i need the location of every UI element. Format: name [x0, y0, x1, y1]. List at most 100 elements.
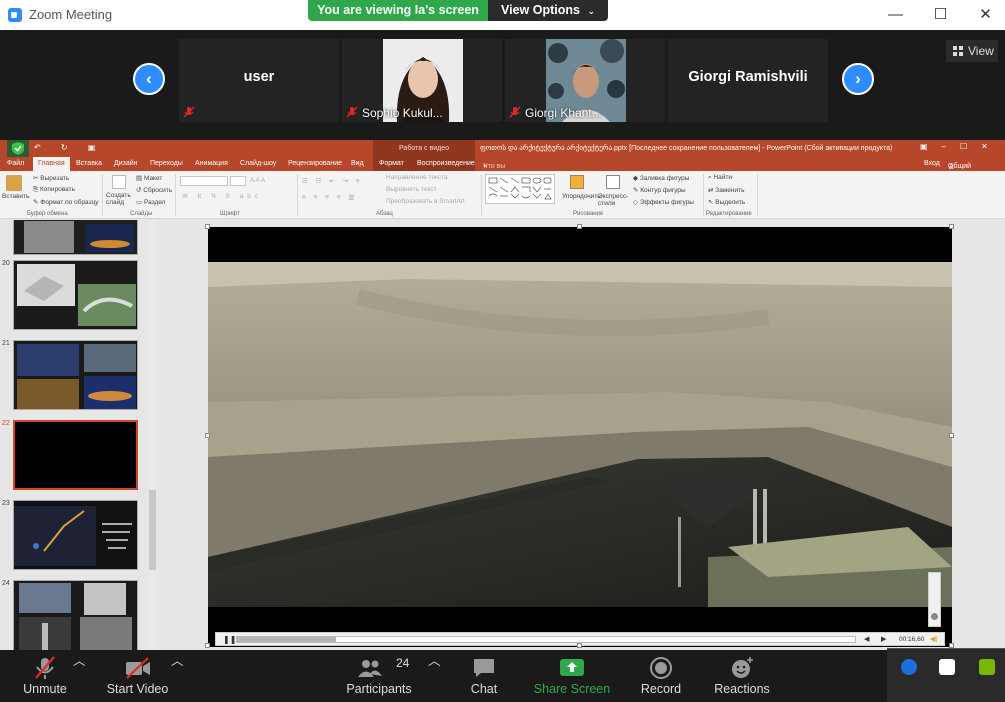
- reactions-button[interactable]: Reactions: [712, 650, 772, 702]
- scrollbar-thumb[interactable]: [149, 490, 156, 570]
- minimize-button[interactable]: —: [873, 0, 918, 30]
- participant-tile[interactable]: user: [179, 39, 339, 122]
- close-button[interactable]: ✕: [963, 0, 1005, 30]
- prev-page-button[interactable]: ‹: [133, 63, 165, 95]
- slide-thumbnail[interactable]: [13, 260, 138, 330]
- group-drawing: Рисование: [573, 211, 604, 217]
- tab-view[interactable]: Вид: [351, 160, 364, 167]
- shapes-gallery[interactable]: [485, 174, 555, 204]
- slide-thumbnail[interactable]: [13, 580, 138, 650]
- share-screen-button[interactable]: Share Screen: [532, 650, 612, 702]
- resize-handle[interactable]: [949, 224, 954, 229]
- reset-button[interactable]: ↺ Сбросить: [136, 186, 172, 194]
- font-grow-icon[interactable]: A A A: [250, 177, 265, 184]
- select-button[interactable]: ↖ Выделить: [708, 198, 745, 206]
- signin-link[interactable]: Вход: [924, 160, 940, 167]
- canvas-scrollbar[interactable]: [996, 220, 1005, 650]
- participant-tile[interactable]: Giorgi Khant...: [505, 39, 665, 122]
- bluetooth-icon[interactable]: [901, 659, 917, 675]
- slide-thumbnail[interactable]: [13, 220, 138, 255]
- group-editing: Редактирование: [706, 211, 752, 217]
- shape-effects-button[interactable]: ◇ Эффекты фигуры: [633, 198, 694, 206]
- nvidia-icon[interactable]: [979, 659, 995, 675]
- section-button[interactable]: ▭ Раздел: [136, 198, 165, 206]
- participants-label: Participants: [346, 682, 412, 696]
- rewind-button[interactable]: ◀: [864, 635, 869, 643]
- resize-handle[interactable]: [949, 433, 954, 438]
- video-frame[interactable]: ❚❚ ◀ ▶ 00:16,60 ◀): [208, 227, 952, 647]
- cut-button[interactable]: ✂ Вырезать: [33, 174, 69, 182]
- tab-file[interactable]: Файл: [7, 160, 24, 167]
- thumbnail-scrollbar[interactable]: [148, 220, 157, 650]
- view-layout-button[interactable]: View: [946, 40, 998, 62]
- slide-thumbnail-selected[interactable]: [13, 420, 138, 490]
- tab-insert[interactable]: Вставка: [76, 160, 102, 167]
- ppt-window-controls[interactable]: ▣–☐✕: [920, 142, 1002, 151]
- resize-handle[interactable]: [577, 224, 582, 229]
- tab-home[interactable]: Главная: [33, 157, 70, 171]
- participant-tile[interactable]: Sophio Kukul...: [342, 39, 502, 122]
- paste-button[interactable]: Вставить: [2, 193, 30, 200]
- tab-playback[interactable]: Воспроизведение: [417, 160, 475, 167]
- resize-handle[interactable]: [205, 643, 210, 648]
- tab-design[interactable]: Дизайн: [114, 160, 138, 167]
- view-options-button[interactable]: View Options ⌄: [488, 0, 608, 21]
- unmute-button[interactable]: Unmute: [14, 650, 76, 702]
- unmute-label: Unmute: [23, 682, 67, 696]
- volume-knob[interactable]: [931, 613, 938, 620]
- record-icon: [650, 657, 672, 679]
- find-button[interactable]: ⌕ Найти: [708, 174, 732, 182]
- grid-icon: [953, 46, 963, 56]
- volume-button[interactable]: ◀): [930, 635, 938, 643]
- video-seek-bar[interactable]: [236, 636, 856, 643]
- slide-thumbnail[interactable]: [13, 500, 138, 570]
- shape-outline-button[interactable]: ✎ Контур фигуры: [633, 186, 686, 194]
- participants-button[interactable]: 24 Participants: [342, 650, 416, 702]
- video-options-caret[interactable]: ︿: [171, 650, 184, 702]
- participants-options-caret[interactable]: ︿: [428, 650, 441, 702]
- slide-number: 21: [2, 340, 10, 347]
- arrange-button[interactable]: Упорядочить: [562, 193, 601, 200]
- tab-slideshow[interactable]: Слайд-шоу: [240, 160, 276, 167]
- record-button[interactable]: Record: [636, 650, 686, 702]
- group-paragraph: Абзац: [376, 211, 393, 217]
- smartart-button[interactable]: Преобразовать в SmartArt: [386, 198, 465, 205]
- resize-handle[interactable]: [577, 643, 582, 648]
- tab-format[interactable]: Формат: [379, 160, 404, 167]
- maximize-button[interactable]: ☐: [918, 0, 963, 30]
- font-name-input[interactable]: [180, 176, 228, 186]
- font-style-buttons[interactable]: Ж К Ч S abc: [182, 193, 262, 200]
- volume-slider[interactable]: [928, 572, 941, 627]
- replace-button[interactable]: ⇄ Заменить: [708, 186, 744, 194]
- tab-transitions[interactable]: Переходы: [150, 160, 183, 167]
- new-slide-button[interactable]: Создать слайд: [106, 192, 131, 206]
- tab-animation[interactable]: Анимация: [195, 160, 228, 167]
- slide-thumbnail[interactable]: [13, 340, 138, 410]
- participant-tile[interactable]: Giorgi Ramishvili: [668, 39, 828, 122]
- next-page-button[interactable]: ›: [842, 63, 874, 95]
- list-buttons[interactable]: ☰ ☷ ⇤ ⇥ ≡: [302, 177, 363, 185]
- security-shield-icon[interactable]: [939, 659, 955, 675]
- record-label: Record: [640, 682, 682, 696]
- layout-button[interactable]: ▤ Макет: [136, 174, 162, 182]
- quick-styles-button[interactable]: Экспресс-стили: [598, 193, 628, 207]
- copy-button[interactable]: ⎘ Копировать: [33, 186, 75, 194]
- format-painter-button[interactable]: ✎ Формат по образцу: [33, 198, 99, 206]
- resize-handle[interactable]: [205, 224, 210, 229]
- pause-button[interactable]: ❚❚: [223, 635, 236, 644]
- text-direction-button[interactable]: Направление текста: [386, 174, 448, 181]
- chat-icon: [474, 659, 494, 677]
- resize-handle[interactable]: [205, 433, 210, 438]
- align-text-button[interactable]: Выровнять текст: [386, 186, 437, 193]
- start-video-button[interactable]: Start Video: [100, 650, 175, 702]
- chat-button[interactable]: Chat: [460, 650, 508, 702]
- align-buttons[interactable]: ≡ ≡ ≡ ≡ ▥: [302, 193, 358, 201]
- ribbon-separator: [102, 174, 103, 216]
- quick-access-toolbar[interactable]: ↶ ↻ ▣: [34, 143, 104, 152]
- audio-options-caret[interactable]: ︿: [73, 650, 86, 702]
- font-size-input[interactable]: [230, 176, 246, 186]
- viewing-banner: You are viewing Ia's screen: [308, 0, 488, 21]
- shape-fill-button[interactable]: ◆ Заливка фигуры: [633, 174, 689, 182]
- forward-button[interactable]: ▶: [881, 635, 886, 643]
- tab-review[interactable]: Рецензирование: [288, 160, 342, 167]
